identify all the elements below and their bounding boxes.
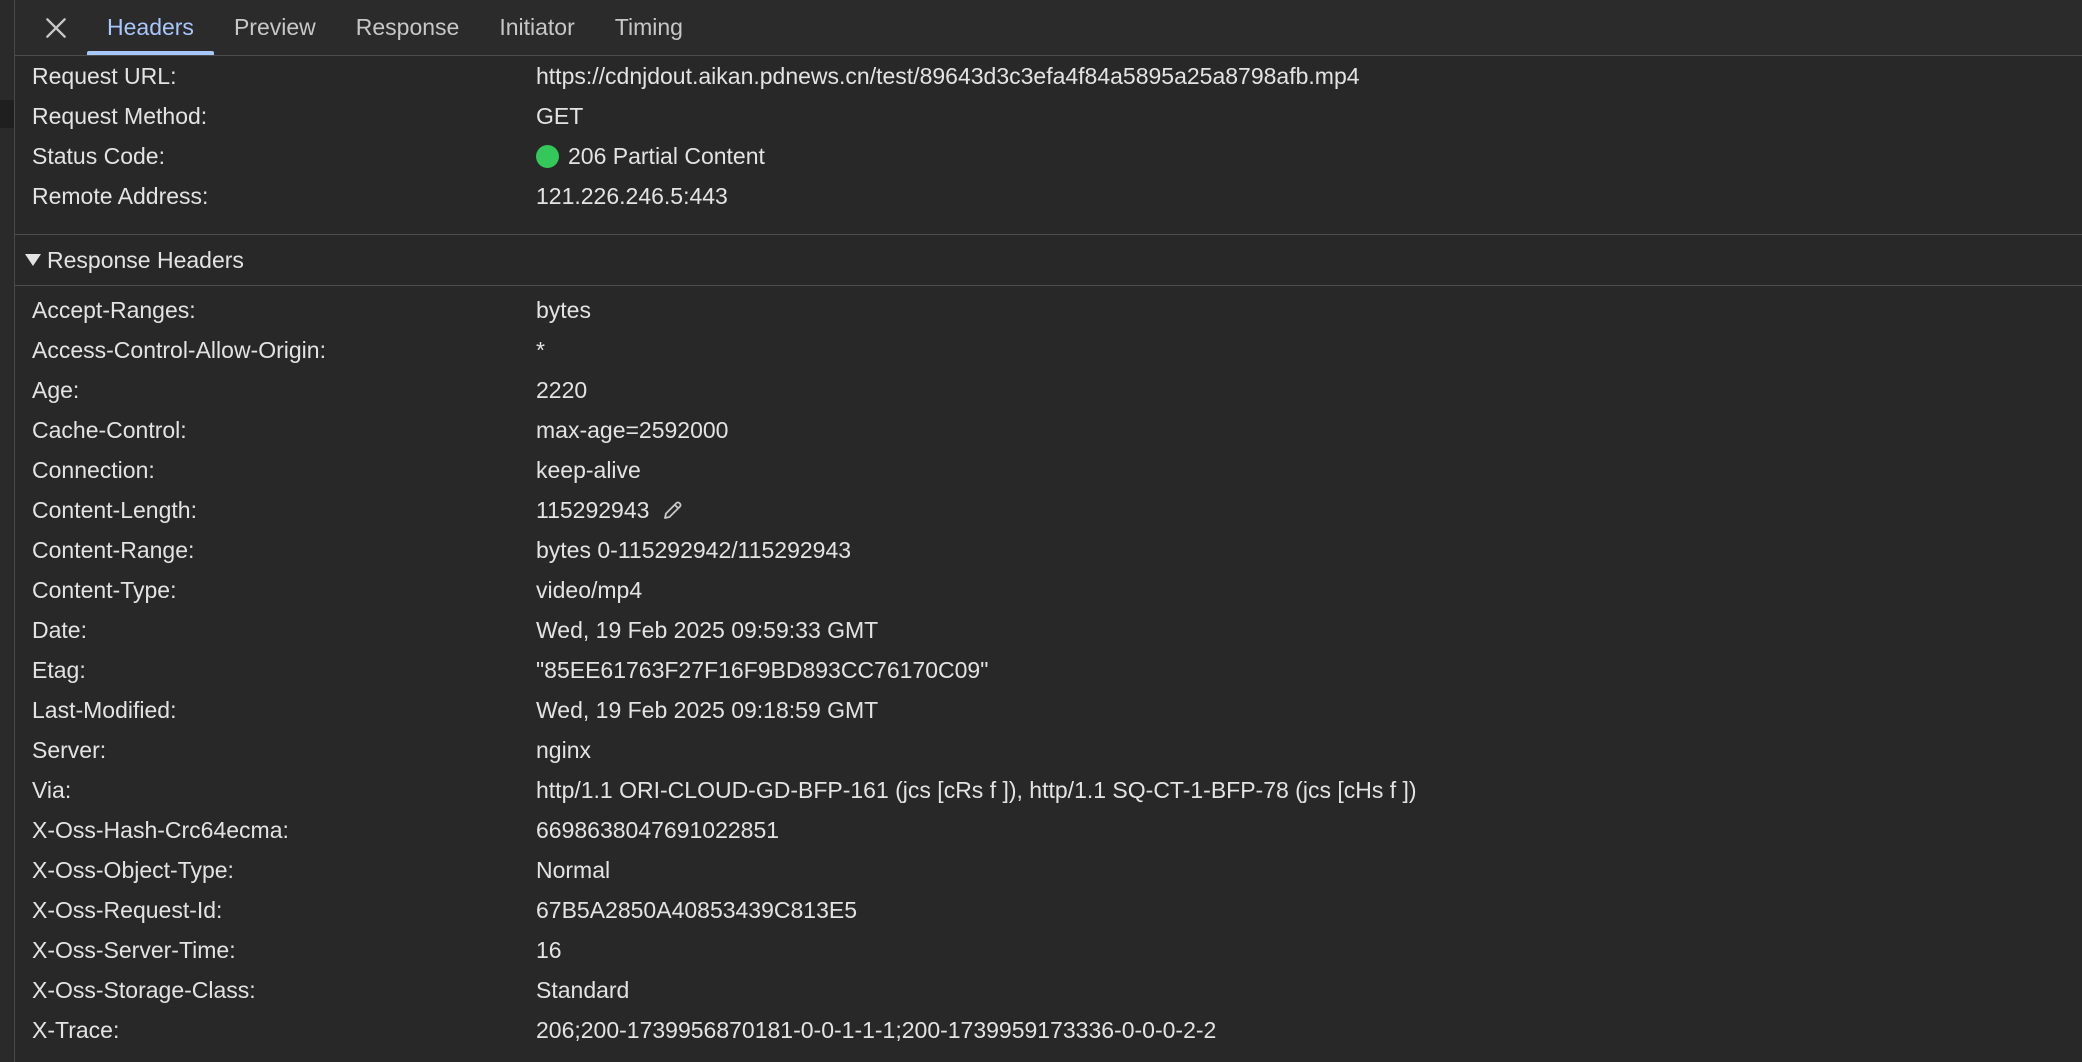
header-value[interactable]: http/1.1 ORI-CLOUD-GD-BFP-161 (jcs [cRs … — [536, 777, 1417, 804]
tab-initiator[interactable]: Initiator — [479, 0, 594, 55]
response-header-row: Cache-Control: max-age=2592000 — [15, 410, 2082, 450]
header-name: Connection: — [32, 456, 155, 483]
general-row-request-url: Request URL: https://cdnjdout.aikan.pdne… — [15, 56, 2082, 96]
header-value[interactable]: video/mp4 — [536, 577, 642, 604]
header-value[interactable]: https://cdnjdout.aikan.pdnews.cn/test/89… — [536, 63, 1360, 90]
response-header-row: Etag: "85EE61763F27F16F9BD893CC76170C09" — [15, 650, 2082, 690]
tab-headers[interactable]: Headers — [87, 0, 214, 55]
status-text: 206 Partial Content — [568, 142, 765, 169]
header-value[interactable]: 115292943 — [536, 497, 649, 524]
header-name: X-Oss-Request-Id: — [32, 896, 223, 923]
response-header-row: Accept-Ranges: bytes — [15, 290, 2082, 330]
header-name: Cache-Control: — [32, 416, 187, 443]
general-row-status-code: Status Code: 206 Partial Content — [15, 136, 2082, 176]
response-header-row: X-Oss-Server-Time: 16 — [15, 930, 2082, 970]
header-value[interactable]: nginx — [536, 737, 591, 764]
header-value[interactable]: 2220 — [536, 377, 587, 404]
header-name: Content-Length: — [32, 496, 197, 523]
header-name: X-Oss-Storage-Class: — [32, 976, 256, 1003]
left-gutter — [0, 0, 15, 1062]
header-name: Remote Address: — [32, 182, 209, 209]
header-name: Via: — [32, 776, 72, 803]
response-header-row: X-Oss-Request-Id: 67B5A2850A40853439C813E… — [15, 890, 2082, 930]
headers-content: Request URL: https://cdnjdout.aikan.pdne… — [15, 56, 2082, 1062]
header-value[interactable]: max-age=2592000 — [536, 417, 728, 444]
tab-timing[interactable]: Timing — [595, 0, 703, 55]
general-row-remote-address: Remote Address: 121.226.246.5:443 — [15, 176, 2082, 216]
header-name: Status Code: — [32, 142, 165, 169]
header-value[interactable]: GET — [536, 103, 583, 130]
status-value[interactable]: 206 Partial Content — [536, 143, 765, 170]
response-header-row: Date: Wed, 19 Feb 2025 09:59:33 GMT — [15, 610, 2082, 650]
header-value[interactable]: 67B5A2850A40853439C813E5 — [536, 897, 857, 924]
pencil-icon[interactable] — [661, 498, 685, 522]
header-name: Request URL: — [32, 62, 177, 89]
header-name: Etag: — [32, 656, 86, 683]
header-value[interactable]: * — [536, 337, 545, 364]
response-header-row: Access-Control-Allow-Origin: * — [15, 330, 2082, 370]
header-name: X-Oss-Hash-Crc64ecma: — [32, 816, 289, 843]
header-value[interactable]: bytes 0-115292942/115292943 — [536, 537, 851, 564]
header-name: Accept-Ranges: — [32, 296, 196, 323]
header-value[interactable]: 16 — [536, 937, 562, 964]
response-header-row: Content-Range: bytes 0-115292942/11529294… — [15, 530, 2082, 570]
response-header-row: Last-Modified: Wed, 19 Feb 2025 09:18:59 … — [15, 690, 2082, 730]
header-name: Date: — [32, 616, 87, 643]
header-name: Access-Control-Allow-Origin: — [32, 336, 326, 363]
header-name: X-Oss-Object-Type: — [32, 856, 234, 883]
section-title: Response Headers — [47, 246, 244, 273]
close-icon — [46, 17, 66, 38]
triangle-down-icon — [25, 254, 41, 266]
header-name: Content-Type: — [32, 576, 177, 603]
header-name: Last-Modified: — [32, 696, 177, 723]
response-header-row: Content-Type: video/mp4 — [15, 570, 2082, 610]
tab-bar: Headers Preview Response Initiator Timin… — [15, 0, 2082, 56]
header-value[interactable]: 121.226.246.5:443 — [536, 183, 728, 210]
response-header-row: X-Trace: 206;200-1739956870181-0-0-1-1-1;… — [15, 1010, 2082, 1050]
header-value[interactable]: "85EE61763F27F16F9BD893CC76170C09" — [536, 657, 988, 684]
response-header-row: Age: 2220 — [15, 370, 2082, 410]
header-name: X-Oss-Server-Time: — [32, 936, 236, 963]
header-value[interactable]: keep-alive — [536, 457, 641, 484]
response-header-row: Connection: keep-alive — [15, 450, 2082, 490]
header-value[interactable]: Wed, 19 Feb 2025 09:18:59 GMT — [536, 697, 878, 724]
tab-preview[interactable]: Preview — [214, 0, 336, 55]
response-headers-list: Accept-Ranges: bytes Access-Control-Allow… — [15, 286, 2082, 1050]
header-value[interactable]: 206;200-1739956870181-0-0-1-1-1;200-1739… — [536, 1017, 1216, 1044]
response-header-row: Server: nginx — [15, 730, 2082, 770]
header-value[interactable]: Wed, 19 Feb 2025 09:59:33 GMT — [536, 617, 878, 644]
header-value[interactable]: 6698638047691022851 — [536, 817, 779, 844]
response-header-row: X-Oss-Object-Type: Normal — [15, 850, 2082, 890]
tab-response[interactable]: Response — [336, 0, 480, 55]
header-value[interactable]: Standard — [536, 977, 629, 1004]
response-header-row: X-Oss-Hash-Crc64ecma: 6698638047691022851 — [15, 810, 2082, 850]
header-name: Content-Range: — [32, 536, 195, 563]
header-name: Server: — [32, 736, 107, 763]
general-section: Request URL: https://cdnjdout.aikan.pdne… — [15, 56, 2082, 216]
header-value[interactable]: bytes — [536, 297, 591, 324]
status-dot-icon — [536, 144, 559, 168]
devtools-network-panel: Headers Preview Response Initiator Timin… — [0, 0, 2082, 1062]
gutter-marker — [0, 100, 14, 128]
header-name: Age: — [32, 376, 80, 403]
general-row-request-method: Request Method: GET — [15, 96, 2082, 136]
header-name: X-Trace: — [32, 1016, 120, 1043]
header-value[interactable]: Normal — [536, 857, 610, 884]
response-header-row: Content-Length: 115292943 — [15, 490, 2082, 530]
response-header-row: X-Oss-Storage-Class: Standard — [15, 970, 2082, 1010]
response-headers-toggle[interactable]: Response Headers — [15, 234, 2082, 286]
header-value-content-length: 115292943 — [536, 497, 685, 524]
response-header-row: Via: http/1.1 ORI-CLOUD-GD-BFP-161 (jcs [… — [15, 770, 2082, 810]
close-button[interactable] — [25, 0, 87, 55]
header-name: Request Method: — [32, 102, 208, 129]
